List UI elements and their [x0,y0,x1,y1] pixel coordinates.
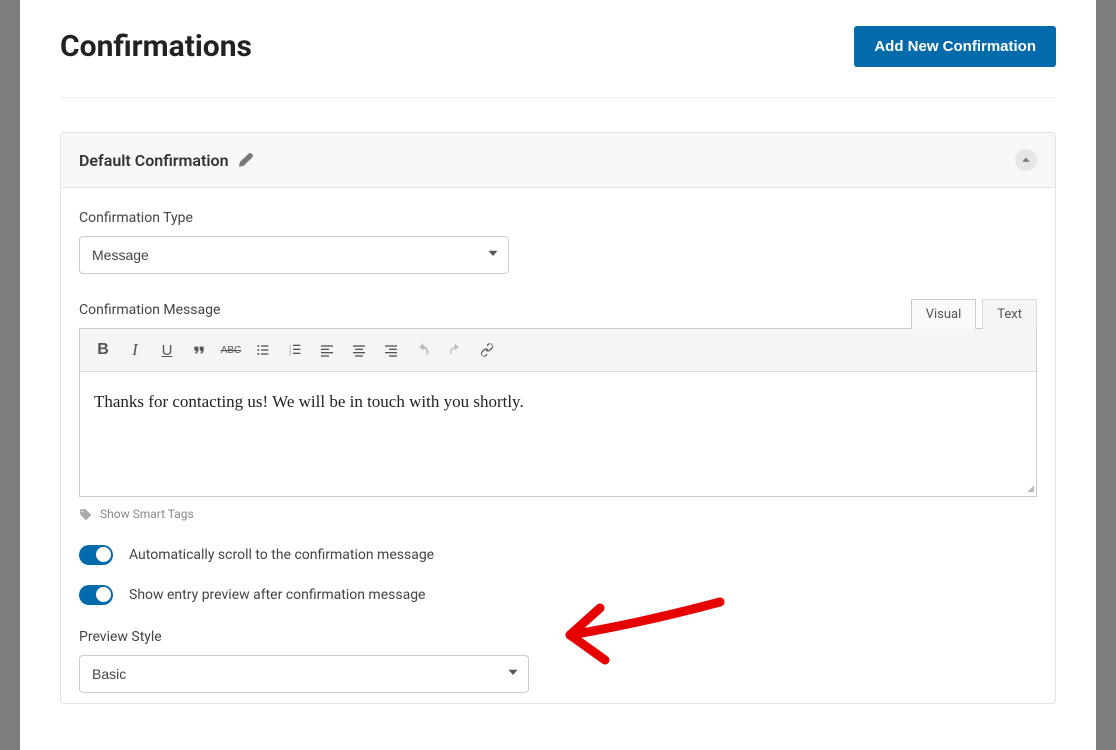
collapse-panel-button[interactable] [1015,149,1037,171]
svg-text:3: 3 [289,351,291,356]
confirmation-type-label: Confirmation Type [79,210,1037,226]
underline-button[interactable]: U [152,335,182,365]
editor-tab-text[interactable]: Text [982,299,1037,329]
preview-style-label: Preview Style [79,629,1037,645]
message-text: Thanks for contacting us! We will be in … [94,392,1022,412]
tags-icon [79,508,92,521]
redo-button[interactable] [440,335,470,365]
editor-content[interactable]: Thanks for contacting us! We will be in … [80,372,1036,482]
undo-button[interactable] [408,335,438,365]
align-left-button[interactable] [312,335,342,365]
confirmation-message-label: Confirmation Message [79,302,220,318]
align-right-button[interactable] [376,335,406,365]
page-title: Confirmations [60,29,252,64]
confirmation-type-select[interactable]: Message [79,236,509,274]
editor-toolbar: B I U ABC 123 [80,329,1036,372]
add-new-confirmation-button[interactable]: Add New Confirmation [854,26,1056,67]
strikethrough-button[interactable]: ABC [216,335,246,365]
preview-style-select[interactable]: Basic [79,655,529,693]
resize-handle-icon[interactable]: ◢ [80,482,1036,496]
panel-title: Default Confirmation [79,151,229,170]
smart-tags-label: Show Smart Tags [100,507,194,521]
edit-name-icon[interactable] [239,153,253,167]
italic-button[interactable]: I [120,335,150,365]
show-entry-preview-toggle[interactable] [79,585,113,605]
confirmation-panel: Default Confirmation Confirmation Type M… [60,132,1056,704]
align-center-button[interactable] [344,335,374,365]
show-entry-preview-label: Show entry preview after confirmation me… [129,587,425,603]
blockquote-button[interactable] [184,335,214,365]
rich-text-editor: B I U ABC 123 [79,328,1037,497]
page-header: Confirmations Add New Confirmation [60,0,1056,98]
show-smart-tags-link[interactable]: Show Smart Tags [79,507,194,521]
editor-tab-visual[interactable]: Visual [911,299,977,329]
autoscroll-label: Automatically scroll to the confirmation… [129,547,434,563]
panel-header: Default Confirmation [61,133,1055,188]
bold-button[interactable]: B [88,335,118,365]
autoscroll-toggle[interactable] [79,545,113,565]
bulleted-list-button[interactable] [248,335,278,365]
numbered-list-button[interactable]: 123 [280,335,310,365]
link-button[interactable] [472,335,502,365]
chevron-up-icon [1021,155,1031,165]
